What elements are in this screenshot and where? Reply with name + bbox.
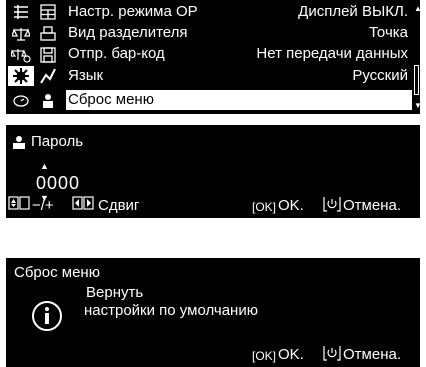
shift-label: Сдвиг: [98, 197, 140, 214]
ok-label[interactable]: OK.: [278, 196, 304, 216]
password-title-text: Пароль: [31, 133, 84, 150]
menu-row-separator[interactable]: Вид разделителя Точка: [66, 23, 412, 43]
reset-screen: Сброс меню Вернуть настройки по умолчани…: [6, 258, 420, 367]
scroll-thumb[interactable]: [414, 65, 419, 95]
menu-row-reset[interactable]: Сброс меню: [66, 90, 412, 110]
menu-row-value: Точка: [368, 24, 408, 41]
printer-icon[interactable]: [35, 24, 61, 44]
timer-icon[interactable]: [8, 90, 34, 110]
info-icon: [32, 301, 62, 331]
menu-row-label: Вид разделителя: [68, 24, 188, 41]
cancel-key-icon[interactable]: [323, 345, 341, 367]
pen-icon[interactable]: [35, 66, 61, 86]
scale-icon[interactable]: [8, 24, 34, 44]
menu-row-label: Отпр. бар-код: [68, 45, 165, 62]
menu-row-language[interactable]: Язык Русский: [66, 66, 412, 86]
plus-minus-keys-icon[interactable]: [8, 196, 30, 216]
scroll-up-arrow-icon: ▲: [414, 4, 420, 13]
scale-settings-icon[interactable]: [8, 45, 34, 65]
menu-screen: Настр. режима OP Дисплей ВЫКЛ. Вид разде…: [6, 0, 420, 114]
ok-key-icon[interactable]: [OK]: [252, 346, 276, 366]
list-icon[interactable]: [8, 2, 34, 22]
password-footer: −/+ Сдвиг [OK] OK. Отмена.: [6, 196, 420, 216]
cancel-key-icon[interactable]: [323, 196, 341, 218]
scrollbar[interactable]: ▲ ▼: [414, 4, 420, 110]
shift-keys-icon[interactable]: [72, 196, 94, 216]
calculator-icon[interactable]: [35, 2, 61, 22]
menu-row-value: Нет передачи данных: [256, 45, 408, 62]
menu-row-label: Настр. режима OP: [68, 3, 198, 20]
scroll-down-arrow-icon: ▼: [414, 101, 420, 110]
menu-row-label: Язык: [68, 67, 104, 84]
change-value-label: −/+: [32, 197, 54, 214]
user-icon[interactable]: [35, 90, 61, 110]
ok-key-icon[interactable]: [OK]: [252, 197, 276, 217]
reset-title: Сброс меню: [14, 264, 100, 281]
password-field[interactable]: 0000: [36, 173, 80, 194]
menu-row-barcode[interactable]: Отпр. бар-код Нет передачи данных: [66, 44, 412, 64]
gear-icon[interactable]: [8, 66, 34, 86]
menu-row-value: Дисплей ВЫКЛ.: [298, 3, 408, 20]
digit-up-arrow-icon: ▲: [40, 161, 49, 171]
reset-message-line1: Вернуть: [86, 284, 144, 301]
password-screen: Пароль ▲ 0000 ▼ −/+ Сдвиг [OK] OK. Отмен…: [6, 125, 420, 218]
menu-row-label: Сброс меню: [68, 91, 154, 108]
user-icon: [13, 135, 25, 149]
reset-footer: [OK] OK. Отмена.: [6, 345, 420, 365]
ok-label[interactable]: OK.: [278, 345, 304, 365]
save-icon[interactable]: [35, 45, 61, 65]
menu-row-op-mode[interactable]: Настр. режима OP Дисплей ВЫКЛ.: [66, 2, 412, 22]
cancel-label[interactable]: Отмена.: [343, 345, 401, 365]
cancel-label[interactable]: Отмена.: [343, 196, 401, 216]
password-title: Пароль: [12, 133, 83, 150]
menu-icon-column: [6, 0, 63, 114]
reset-message: Вернуть настройки по умолчанию: [84, 284, 258, 320]
reset-message-line2: настройки по умолчанию: [84, 302, 258, 319]
menu-row-value: Русский: [352, 67, 408, 84]
